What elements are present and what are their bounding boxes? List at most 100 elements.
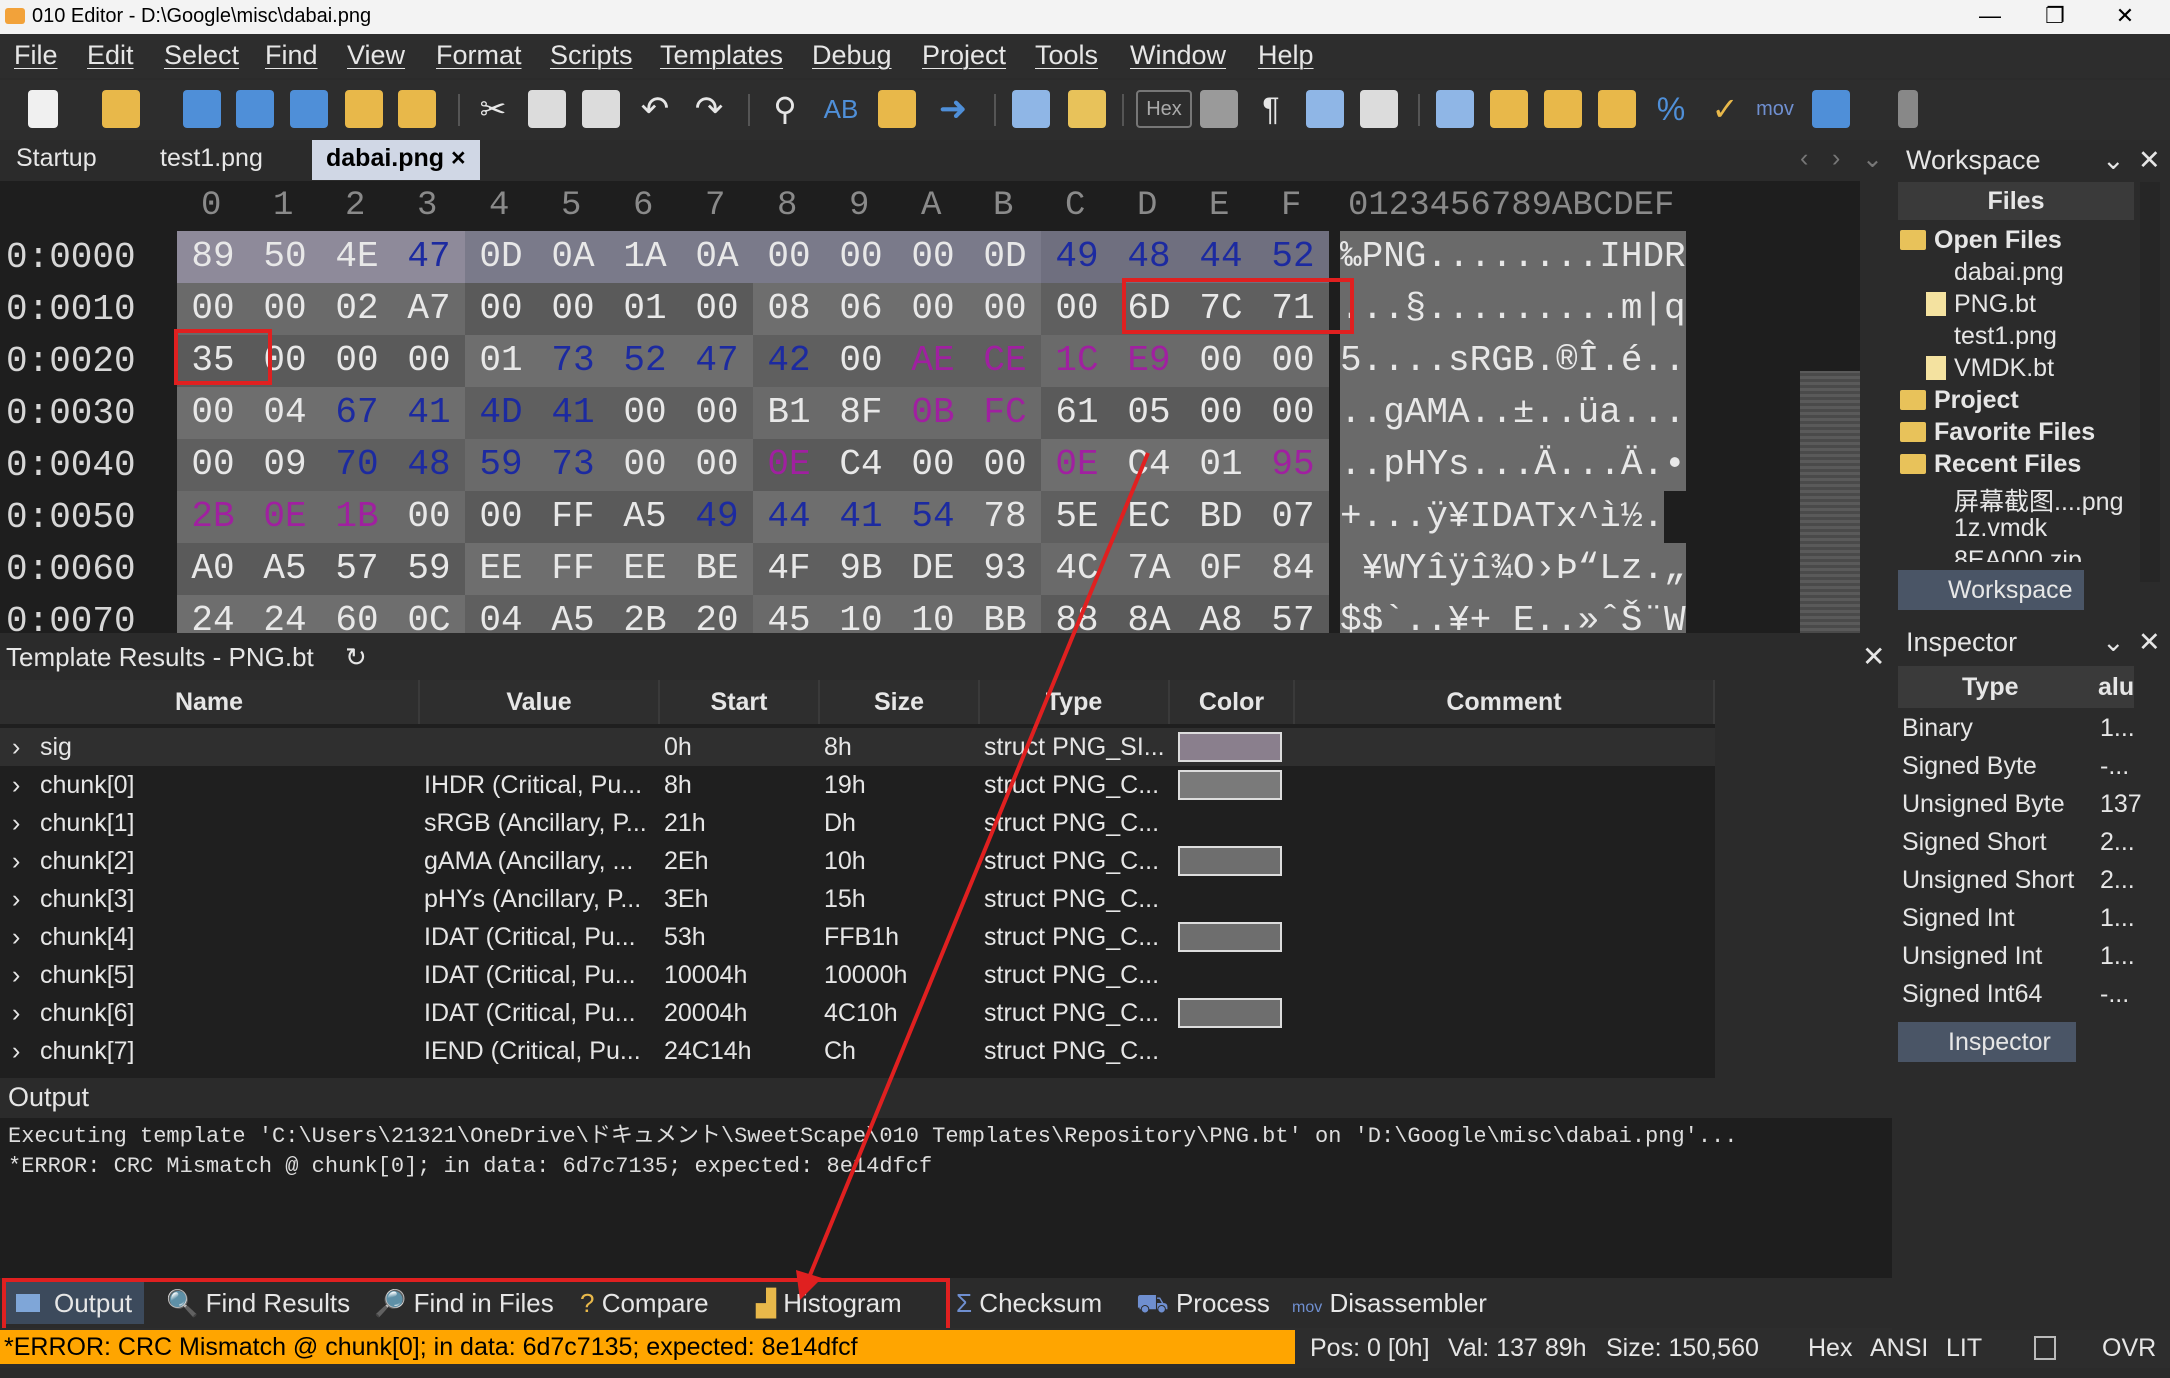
ascii-row[interactable]: $$`..¥+ E..»ˆŠ¨W [1340, 595, 1686, 633]
hex-byte[interactable]: 00 [177, 387, 249, 439]
new-file-icon[interactable] [28, 90, 58, 128]
hex-byte[interactable]: 09 [249, 439, 321, 491]
hex-byte[interactable]: 00 [897, 231, 969, 283]
hex-byte[interactable]: 52 [609, 335, 681, 387]
hex-byte[interactable]: C4 [825, 439, 897, 491]
hex-byte[interactable]: 47 [393, 231, 465, 283]
template-row[interactable]: › chunk[4] IDAT (Critical, Pu... 53h FFB1h st… [0, 918, 1715, 956]
hex-byte[interactable]: 49 [681, 491, 753, 543]
highlight-icon[interactable] [1360, 90, 1398, 128]
ascii-row[interactable]: ...§.........m|q [1340, 283, 1686, 335]
menu-edit[interactable]: Edit [87, 40, 134, 71]
hex-byte[interactable]: 89 [177, 231, 249, 283]
hex-byte[interactable]: 44 [753, 491, 825, 543]
hex-byte[interactable]: 00 [465, 491, 537, 543]
hex-byte[interactable]: 73 [537, 439, 609, 491]
hex-byte[interactable]: 00 [681, 439, 753, 491]
copy-icon[interactable] [528, 90, 566, 128]
inspector-type[interactable]: Unsigned Int [1902, 942, 2042, 971]
operations-icon[interactable]: % [1652, 90, 1690, 128]
ascii-row[interactable]: ..pHYs...Ä...Ä.• [1340, 439, 1686, 491]
replace-icon[interactable]: AB [822, 90, 860, 128]
hex-byte[interactable]: 10 [897, 595, 969, 633]
hex-byte[interactable]: 1C [1041, 335, 1113, 387]
hex-byte[interactable]: 48 [1113, 231, 1185, 283]
hex-byte[interactable]: 1B [321, 491, 393, 543]
hex-byte[interactable]: 59 [393, 543, 465, 595]
ascii-row[interactable]: +...ÿ¥IDATx^ì½. [1340, 491, 1665, 543]
inspector-type[interactable]: Unsigned Byte [1902, 790, 2065, 819]
save-as-icon[interactable] [236, 90, 274, 128]
template-row[interactable]: › chunk[7] IEND (Critical, Pu... 24C14h Ch st… [0, 1032, 1715, 1070]
hex-byte[interactable]: 00 [609, 439, 681, 491]
ascii-row[interactable]: 5....sRGB.®Î.é.. [1340, 335, 1686, 387]
show-whitespace-icon[interactable]: ¶ [1252, 90, 1290, 128]
hex-byte[interactable]: 00 [537, 283, 609, 335]
menu-debug[interactable]: Debug [812, 40, 892, 71]
menu-help[interactable]: Help [1258, 40, 1314, 71]
hex-byte[interactable]: 60 [321, 595, 393, 633]
goto-icon[interactable]: ➜ [934, 90, 972, 128]
menu-select[interactable]: Select [164, 40, 239, 71]
hex-byte[interactable]: 54 [897, 491, 969, 543]
hex-byte[interactable]: FC [969, 387, 1041, 439]
hex-byte[interactable]: 02 [321, 283, 393, 335]
hex-byte[interactable]: B1 [753, 387, 825, 439]
hex-byte[interactable]: BE [681, 543, 753, 595]
hex-byte[interactable]: 24 [249, 595, 321, 633]
tab-scroll-right-icon[interactable]: › [1832, 144, 1840, 173]
hex-byte[interactable]: 00 [177, 439, 249, 491]
menu-view[interactable]: View [347, 40, 405, 71]
hex-byte[interactable]: 01 [609, 283, 681, 335]
tab-scroll-left-icon[interactable]: ‹ [1800, 144, 1808, 173]
hex-byte[interactable]: 42 [753, 335, 825, 387]
hex-byte[interactable]: FF [537, 543, 609, 595]
base-switch-icon[interactable] [1812, 90, 1850, 128]
hex-byte[interactable]: 1A [609, 231, 681, 283]
hex-byte[interactable]: 20 [681, 595, 753, 633]
hex-byte[interactable]: 57 [1257, 595, 1329, 633]
refresh-icon[interactable]: ↻ [345, 642, 367, 673]
hex-byte[interactable]: 0A [537, 231, 609, 283]
tree-recent-files[interactable]: Recent Files [1900, 450, 2081, 479]
hex-byte[interactable]: FF [537, 491, 609, 543]
hex-byte[interactable]: A5 [609, 491, 681, 543]
status-lit[interactable]: LIT [1946, 1334, 1982, 1363]
hex-byte[interactable]: 95 [1257, 439, 1329, 491]
compare-icon[interactable] [1544, 90, 1582, 128]
hex-byte[interactable]: 06 [825, 283, 897, 335]
inspector-type[interactable]: Signed Byte [1902, 752, 2037, 781]
hex-byte[interactable]: 9B [825, 543, 897, 595]
open-file-icon[interactable] [102, 90, 140, 128]
clipboard-icon[interactable] [2034, 1336, 2056, 1360]
save-all-icon[interactable] [290, 90, 328, 128]
inspector-value[interactable]: 1... [2100, 904, 2135, 933]
hex-byte[interactable]: 04 [465, 595, 537, 633]
inspector-type[interactable]: Signed Short [1902, 828, 2047, 857]
close-template-icon[interactable]: ✕ [1862, 640, 1885, 673]
hex-byte[interactable]: 93 [969, 543, 1041, 595]
template-row[interactable]: › chunk[5] IDAT (Critical, Pu... 10004h 1000… [0, 956, 1715, 994]
tab-dabai[interactable]: dabai.png × [312, 140, 480, 180]
col-name[interactable]: Name [0, 680, 420, 724]
hex-byte[interactable]: A0 [177, 543, 249, 595]
status-ansi[interactable]: ANSI [1870, 1334, 1928, 1363]
hex-byte[interactable]: 44 [1185, 231, 1257, 283]
hex-byte[interactable]: 2B [609, 595, 681, 633]
tree-project[interactable]: Project [1900, 386, 2019, 415]
workspace-close-icon[interactable]: ✕ [2138, 140, 2161, 180]
hex-mode-toggle[interactable]: Hex [1136, 90, 1192, 128]
col-comment[interactable]: Comment [1295, 680, 1715, 724]
tree-item-pngbt[interactable]: PNG.bt [1926, 290, 2036, 319]
inspector-value[interactable]: -... [2100, 980, 2129, 1009]
inspector-value[interactable]: 1... [2100, 714, 2135, 743]
col-color[interactable]: Color [1170, 680, 1295, 724]
column-mode-icon[interactable] [1200, 90, 1238, 128]
col-type[interactable]: Type [980, 680, 1170, 724]
hex-byte[interactable]: 8A [1113, 595, 1185, 633]
hex-byte[interactable]: 4D [465, 387, 537, 439]
hex-byte[interactable]: 00 [969, 283, 1041, 335]
template-row[interactable]: › chunk[0] IHDR (Critical, Pu... 8h 19h struc… [0, 766, 1715, 804]
tab-close-icon[interactable]: × [451, 144, 466, 172]
tab-startup[interactable]: Startup [2, 140, 111, 180]
